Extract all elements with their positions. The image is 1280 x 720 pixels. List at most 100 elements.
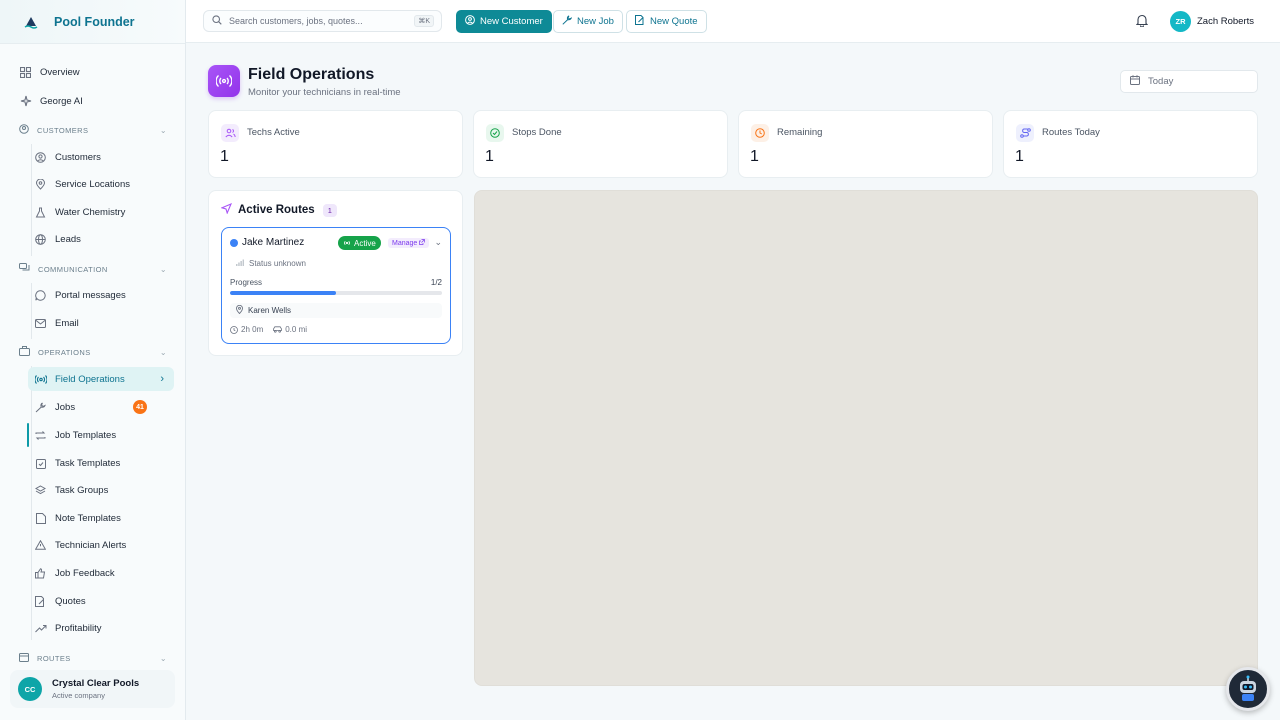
navigation-icon <box>220 202 233 217</box>
sidebar-item-label: Technician Alerts <box>55 539 127 551</box>
progress-count: 1/2 <box>430 278 442 287</box>
sidebar-item-job-feedback[interactable]: Job Feedback <box>28 561 175 585</box>
active-routes-title: Active Routes <box>238 204 315 216</box>
routes-count-badge: 1 <box>322 203 337 217</box>
topbar: ⌘K New Customer New Job New Quote ZR Zac… <box>186 0 1280 43</box>
stop-item[interactable]: Karen Wells <box>230 303 442 318</box>
sidebar-item-label: Field Operations <box>55 373 125 385</box>
connection-status-text: Status unknown <box>249 259 306 268</box>
sidebar-item-task-groups[interactable]: Task Groups <box>28 478 175 502</box>
sidebar-item-label: Service Locations <box>55 178 130 190</box>
route-duration: 2h 0m <box>230 325 263 334</box>
globe-icon <box>34 233 47 246</box>
bell-icon[interactable] <box>1135 14 1150 28</box>
sidebar-item-label: Portal messages <box>55 289 126 301</box>
search-box[interactable]: ⌘K <box>203 10 442 32</box>
manage-label: Manage <box>392 239 418 247</box>
button-label: New Customer <box>480 16 543 27</box>
user-plus-icon <box>465 15 475 28</box>
page-subtitle: Monitor your technicians in real-time <box>248 87 401 98</box>
sidebar-item-service-locations[interactable]: Service Locations <box>28 172 175 196</box>
section-communication[interactable]: COMMUNICATION ⌄ <box>14 261 167 277</box>
section-customers[interactable]: CUSTOMERS ⌄ <box>14 122 167 138</box>
sidebar-item-task-templates[interactable]: Task Templates <box>28 451 175 475</box>
connection-status-row: Status unknown <box>230 257 442 270</box>
company-subtitle: Active company <box>52 691 105 700</box>
users-icon <box>221 124 239 142</box>
chevron-down-icon[interactable]: ⌄ <box>434 237 442 248</box>
date-filter[interactable]: Today <box>1120 70 1258 93</box>
brand-header[interactable]: Pool Founder <box>0 0 185 44</box>
chat-icon <box>19 263 30 275</box>
file-edit-icon <box>635 15 645 28</box>
flask-icon <box>34 206 47 219</box>
pool-logo-icon <box>22 13 40 31</box>
map-pin-icon <box>34 178 47 191</box>
sidebar-item-field-operations[interactable]: Field Operations › <box>28 367 174 391</box>
sidebar-item-job-templates[interactable]: Job Templates <box>28 423 175 447</box>
stat-value: 1 <box>1015 148 1024 165</box>
company-avatar: CC <box>18 677 42 701</box>
robot-icon <box>1233 673 1263 706</box>
section-operations[interactable]: OPERATIONS ⌄ <box>14 344 167 360</box>
user-circle-icon <box>34 151 47 164</box>
duration-value: 2h 0m <box>241 325 264 334</box>
stat-label: Stops Done <box>512 127 562 138</box>
avatar: ZR <box>1170 11 1191 32</box>
new-customer-button[interactable]: New Customer <box>456 10 552 33</box>
sidebar-item-quotes[interactable]: Quotes <box>28 589 175 613</box>
route-map[interactable] <box>474 190 1258 686</box>
layers-icon <box>34 484 47 497</box>
technician-name: Jake Martinez <box>242 237 305 248</box>
manage-link[interactable]: Manage <box>388 238 430 248</box>
sidebar-item-profitability[interactable]: Profitability <box>28 616 175 640</box>
new-job-button[interactable]: New Job <box>553 10 623 33</box>
car-icon <box>273 326 283 333</box>
message-circle-icon <box>34 289 47 302</box>
stat-value: 1 <box>485 148 494 165</box>
calendar-icon <box>1130 75 1140 88</box>
check-circle-icon <box>486 124 504 142</box>
stat-label: Remaining <box>777 127 823 138</box>
clock-icon <box>751 124 769 142</box>
sidebar-item-portal-messages[interactable]: Portal messages <box>28 283 175 307</box>
sidebar-item-customers[interactable]: Customers <box>28 145 175 169</box>
sidebar-item-note-templates[interactable]: Note Templates <box>28 506 175 530</box>
company-switcher[interactable]: CC Crystal Clear Pools Active company <box>10 670 175 708</box>
sidebar-item-water-chemistry[interactable]: Water Chemistry <box>28 200 175 224</box>
sidebar-item-label: Profitability <box>55 622 102 634</box>
company-name: Crystal Clear Pools <box>52 678 140 689</box>
section-routes[interactable]: ROUTES ⌄ <box>14 650 167 666</box>
user-name: Zach Roberts <box>1197 16 1255 27</box>
search-icon <box>212 14 222 28</box>
active-routes-header: Active Routes 1 <box>220 202 337 217</box>
ai-assistant-button[interactable] <box>1226 667 1270 711</box>
sidebar-item-email[interactable]: Email <box>28 311 175 335</box>
route-card[interactable]: Jake Martinez Active Manage ⌄ Status unk… <box>221 227 451 344</box>
sidebar-item-overview[interactable]: Overview <box>14 60 175 84</box>
section-label: COMMUNICATION <box>38 264 108 274</box>
new-quote-button[interactable]: New Quote <box>626 10 707 33</box>
active-routes-panel: Active Routes 1 Jake Martinez Active Man… <box>208 190 463 356</box>
user-menu[interactable]: ZR Zach Roberts <box>1170 11 1254 32</box>
sidebar-item-leads[interactable]: Leads <box>28 227 175 251</box>
section-label: CUSTOMERS <box>37 125 89 135</box>
chevron-down-icon: ⌄ <box>159 653 167 663</box>
calendar-icon <box>19 652 29 664</box>
sidebar-item-label: Task Templates <box>55 457 121 469</box>
sidebar-item-technician-alerts[interactable]: Technician Alerts <box>28 533 175 557</box>
sidebar-item-label: Job Feedback <box>55 567 115 579</box>
file-edit-icon <box>34 595 47 608</box>
sidebar-item-label: Email <box>55 317 79 329</box>
section-label: OPERATIONS <box>38 347 91 357</box>
jobs-count-badge: 41 <box>133 400 147 414</box>
radio-signal-icon <box>208 65 240 97</box>
chevron-down-icon: ⌄ <box>159 125 167 135</box>
sparkles-icon <box>19 95 32 108</box>
search-input[interactable] <box>229 16 409 26</box>
sidebar-item-jobs[interactable]: Jobs 41 <box>28 395 175 419</box>
alert-triangle-icon <box>34 539 47 552</box>
button-label: New Quote <box>650 16 698 27</box>
sidebar-item-label: Customers <box>55 151 101 163</box>
sidebar-item-george-ai[interactable]: George AI <box>14 89 175 113</box>
